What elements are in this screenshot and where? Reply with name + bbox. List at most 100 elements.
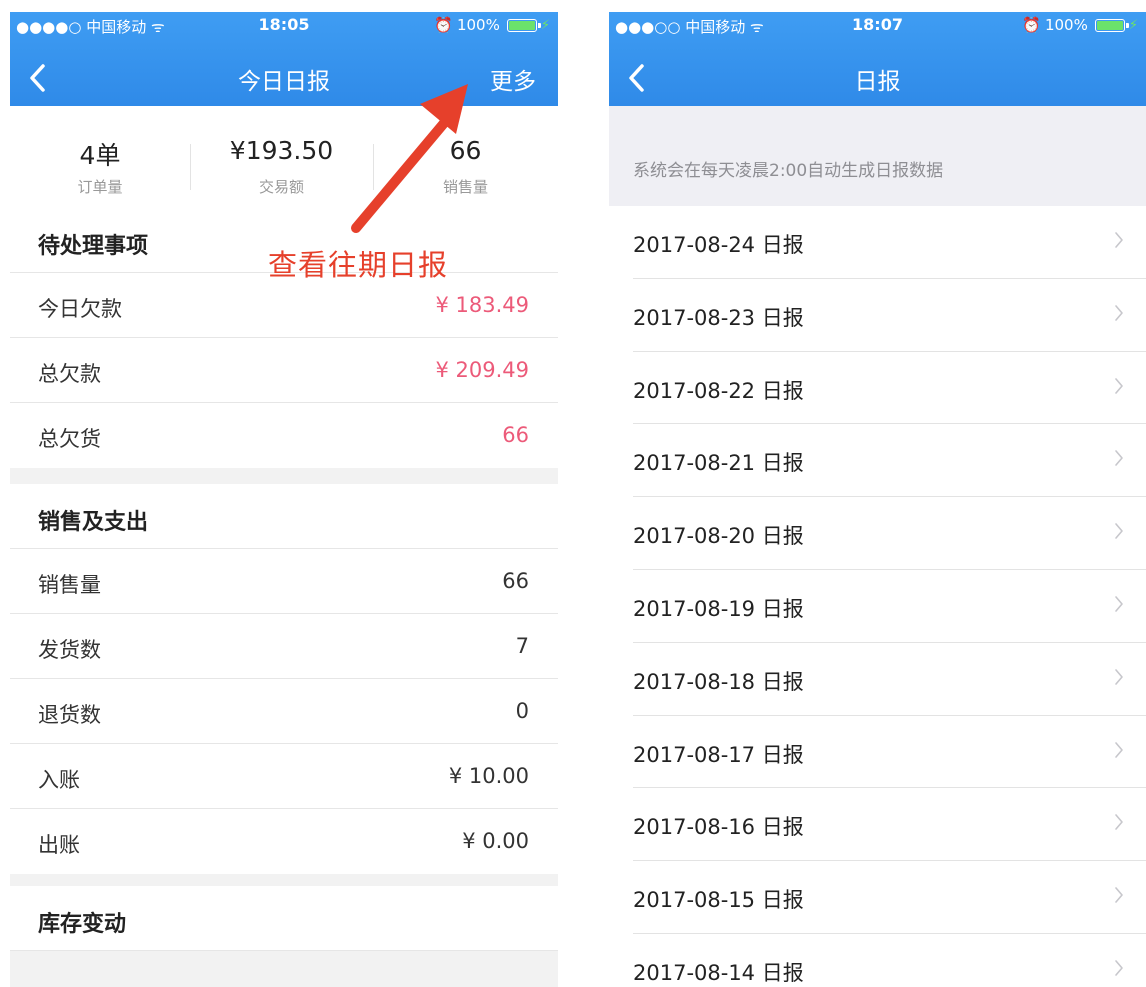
status-bar: ●●●●○ 中国移动 ᯤ 18:05 ⏰ 100% ⚡	[10, 12, 558, 40]
list-item[interactable]: 入账 ¥ 10.00	[10, 744, 558, 809]
section-title: 待处理事项	[38, 234, 149, 259]
list-item[interactable]: 总欠货 66	[10, 403, 558, 468]
item-value: ¥ 183.49	[435, 293, 529, 317]
chevron-right-icon	[1115, 960, 1123, 976]
alarm-icon: ⏰	[434, 16, 453, 34]
battery-percent: 100%	[1044, 16, 1088, 34]
battery-status: ⏰ 100% ⚡	[1022, 16, 1138, 34]
item-value: 0	[515, 699, 529, 723]
notice-banner: 系统会在每天凌晨2:00自动生成日报数据	[609, 106, 1146, 206]
report-date-label: 2017-08-14 日报	[633, 960, 804, 985]
stat-label: 订单量	[77, 178, 123, 196]
nav-bar: ●●●○○ 中国移动 ᯤ 18:07 ⏰ 100% ⚡ 日报	[609, 12, 1146, 106]
chevron-right-icon	[1115, 668, 1123, 685]
report-list-item[interactable]: 2017-08-22 日报	[609, 352, 1146, 425]
list-item[interactable]: 销售量 66	[10, 549, 558, 614]
chevron-left-icon	[30, 64, 45, 92]
page-title: 日报	[854, 69, 901, 95]
carrier-signal: ●●●●○ 中国移动 ᯤ	[16, 18, 165, 36]
report-date-label: 2017-08-24 日报	[633, 233, 804, 257]
carrier-signal: ●●●○○ 中国移动 ᯤ	[615, 18, 764, 36]
report-date-label: 2017-08-16 日报	[633, 815, 804, 840]
report-history-screen: ●●●○○ 中国移动 ᯤ 18:07 ⏰ 100% ⚡ 日报 系统会在每天凌晨2…	[609, 12, 1146, 987]
item-label: 总欠款	[38, 362, 101, 386]
chevron-right-icon	[1115, 377, 1123, 394]
section-header: 销售及支出	[10, 484, 558, 549]
list-item[interactable]: 发货数 7	[10, 614, 558, 679]
report-date-label: 2017-08-21 日报	[633, 451, 804, 476]
stat-orders: 4单 订单量	[10, 106, 190, 222]
daily-report-screen: ●●●●○ 中国移动 ᯤ 18:05 ⏰ 100% ⚡ 今日日报 更多 4单 订…	[10, 12, 558, 987]
report-list-item[interactable]: 2017-08-21 日报	[609, 424, 1146, 497]
stat-value: 66	[449, 136, 482, 165]
report-list-item[interactable]: 2017-08-15 日报	[609, 861, 1146, 934]
item-label: 发货数	[38, 638, 101, 662]
stat-label: 交易额	[258, 178, 304, 196]
list-item[interactable]: 总欠款 ¥ 209.49	[10, 338, 558, 403]
battery-status: ⏰ 100% ⚡	[434, 16, 550, 34]
stat-value: ¥193.50	[229, 136, 334, 165]
report-list-item[interactable]: 2017-08-24 日报	[609, 206, 1146, 279]
item-value: 66	[502, 569, 529, 593]
report-list-item[interactable]: 2017-08-20 日报	[609, 497, 1146, 570]
chevron-right-icon	[1115, 523, 1123, 539]
list-item[interactable]: 出账 ¥ 0.00	[10, 809, 558, 874]
inventory-section: 库存变动	[10, 886, 558, 951]
item-label: 退货数	[38, 703, 101, 727]
status-bar: ●●●○○ 中国移动 ᯤ 18:07 ⏰ 100% ⚡	[609, 12, 1146, 40]
report-list-item[interactable]: 2017-08-16 日报	[609, 788, 1146, 861]
stat-value: 4单	[79, 141, 121, 170]
item-label: 出账	[38, 833, 80, 857]
chevron-right-icon	[1115, 596, 1123, 612]
sales-section: 销售及支出 销售量 66 发货数 7 退货数 0 入账 ¥ 10.00 出账 ¥…	[10, 484, 558, 874]
battery-icon	[1094, 18, 1129, 32]
summary-stats: 4单 订单量 ¥193.50 交易额 66 销售量	[10, 106, 558, 222]
report-list: 2017-08-24 日报 2017-08-23 日报 2017-08-22 日报 2…	[609, 206, 1146, 987]
report-date-label: 2017-08-20 日报	[633, 524, 804, 549]
status-time: 18:07	[852, 15, 903, 34]
report-date-label: 2017-08-19 日报	[633, 596, 804, 621]
notice-text: 系统会在每天凌晨2:00自动生成日报数据	[633, 161, 944, 181]
more-button[interactable]: 更多	[490, 62, 536, 96]
chevron-right-icon	[1115, 304, 1123, 321]
chevron-right-icon	[1115, 232, 1123, 248]
section-title: 销售及支出	[38, 510, 149, 535]
report-date-label: 2017-08-17 日报	[633, 742, 804, 767]
chevron-right-icon	[1115, 814, 1123, 831]
report-list-item[interactable]: 2017-08-14 日报	[609, 934, 1146, 987]
item-value: ¥ 0.00	[462, 829, 529, 853]
stat-label: 销售量	[442, 178, 488, 196]
chevron-right-icon	[1115, 741, 1123, 758]
section-title: 库存变动	[38, 912, 127, 937]
item-label: 入账	[38, 768, 80, 792]
item-label: 总欠货	[38, 427, 101, 451]
list-item[interactable]: 退货数 0	[10, 679, 558, 744]
alarm-icon: ⏰	[1022, 16, 1041, 34]
report-list-item[interactable]: 2017-08-18 日报	[609, 643, 1146, 716]
battery-icon	[506, 18, 541, 32]
stat-turnover: ¥193.50 交易额	[190, 106, 373, 222]
item-label: 销售量	[38, 573, 101, 597]
annotation-label: 查看往期日报	[268, 248, 449, 282]
report-date-label: 2017-08-22 日报	[633, 378, 804, 403]
report-list-item[interactable]: 2017-08-17 日报	[609, 716, 1146, 789]
report-list-item[interactable]: 2017-08-23 日报	[609, 279, 1146, 352]
back-button[interactable]	[619, 58, 653, 98]
page-title: 今日日报	[238, 69, 330, 95]
report-list-item[interactable]: 2017-08-19 日报	[609, 570, 1146, 643]
item-value: 66	[502, 423, 529, 447]
back-button[interactable]	[20, 58, 54, 98]
item-value: ¥ 209.49	[435, 358, 529, 382]
report-date-label: 2017-08-18 日报	[633, 669, 804, 694]
item-label: 今日欠款	[38, 297, 122, 321]
nav-bar: ●●●●○ 中国移动 ᯤ 18:05 ⏰ 100% ⚡ 今日日报 更多	[10, 12, 558, 106]
report-date-label: 2017-08-15 日报	[633, 888, 804, 913]
charging-icon: ⚡	[1128, 17, 1138, 33]
section-header: 库存变动	[10, 886, 558, 951]
item-value: 7	[515, 634, 529, 658]
chevron-right-icon	[1115, 887, 1123, 903]
chevron-left-icon	[629, 64, 644, 92]
report-date-label: 2017-08-23 日报	[633, 305, 804, 330]
item-value: ¥ 10.00	[448, 764, 529, 788]
status-time: 18:05	[258, 15, 310, 34]
